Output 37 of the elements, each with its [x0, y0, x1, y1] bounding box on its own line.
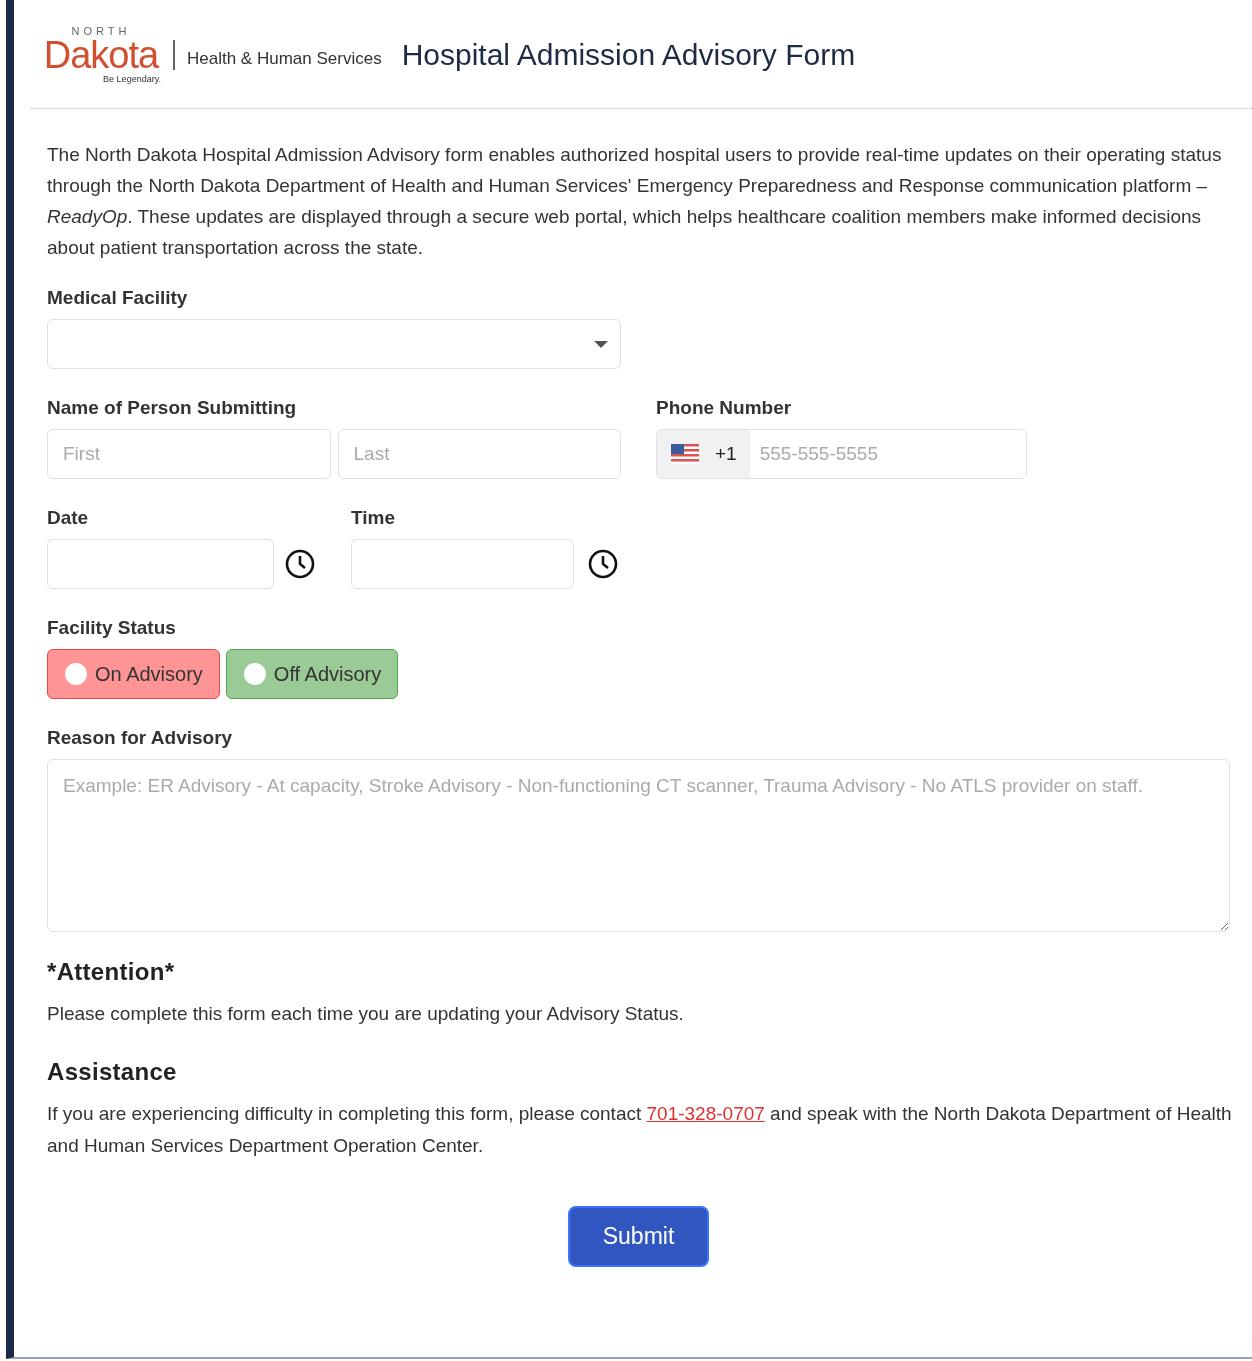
agency-name: Health & Human Services	[187, 49, 382, 69]
facility-dropdown[interactable]	[47, 319, 621, 369]
field-label: Medical Facility	[47, 287, 189, 309]
logo-tagline: Be Legendary.	[103, 73, 161, 85]
radio-button[interactable]	[65, 663, 87, 685]
caret-icon	[594, 340, 608, 348]
field-label: Name of Person Submitting	[47, 397, 298, 419]
phone-field[interactable]: +1 555-555-5555	[656, 429, 1027, 479]
attention-heading: *Attention*	[47, 958, 176, 986]
logo-wordmark: Dakota	[43, 37, 159, 73]
field-label: Phone Number	[656, 397, 793, 419]
option-label: Off Advisory	[273, 662, 382, 686]
first-name-field[interactable]: First	[47, 429, 331, 479]
last-name-field[interactable]: Last	[337, 429, 621, 479]
status-option[interactable]: On Advisory	[47, 649, 220, 699]
submit-button[interactable]: Submit	[568, 1206, 709, 1267]
page-title: Hospital Admission Advisory Form	[401, 38, 856, 72]
phone-link[interactable]: 701-328-0707	[646, 1103, 765, 1124]
date-field[interactable]	[47, 539, 274, 589]
status-option[interactable]: Off Advisory	[225, 649, 399, 699]
assistance-text: If you are experiencing difficulty in completing this form, please contact 701-328-0707 and speak with the North Dakota Department of Health and Human Services Department Operation Center.	[47, 1102, 1233, 1158]
country-code: +1	[715, 443, 737, 465]
attention-text: Please complete this form each time you are updating your Advisory Status.	[47, 1002, 685, 1026]
field-label: Facility Status	[47, 617, 177, 639]
time-field[interactable]	[351, 539, 574, 589]
assistance-heading: Assistance	[47, 1058, 178, 1086]
option-label: On Advisory	[95, 662, 203, 686]
field-label: Date	[47, 507, 90, 529]
clock-icon	[588, 549, 618, 579]
flag-icon	[671, 444, 699, 464]
radio-button[interactable]	[243, 663, 266, 685]
clock-icon	[285, 549, 315, 579]
logo-text: NORTH	[71, 25, 131, 37]
field-label: Reason for Advisory	[47, 727, 234, 749]
field-label: Time	[351, 507, 396, 529]
reason-textarea[interactable]: Example: ER Advisory - At capacity, Stroke Advisory - Non-functioning CT scanner, Trauma Advisory - No ATLS provider on staff.	[47, 759, 1230, 932]
intro-paragraph: The North Dakota Hospital Admission Advisory form enables authorized hospital users to provide real-time updates on their operating status through the North Dakota Department of Health and Human Services' Emergency Preparedness and Response communication platform –ReadyOp. These updates are displayed through a secure web portal, which helps healthcare coalition members make informed decisions about patient transportation across the state.	[47, 143, 1223, 260]
